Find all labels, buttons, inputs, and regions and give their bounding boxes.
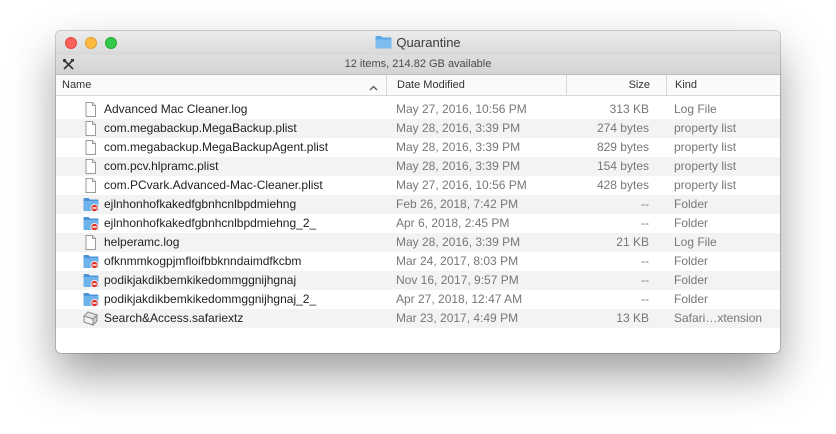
file-row[interactable]: Search&Access.safariextz Mar 23, 2017, 4:… — [56, 309, 780, 328]
restricted-folder-icon — [83, 197, 99, 212]
file-date-modified: May 28, 2016, 3:39 PM — [396, 159, 521, 173]
file-row[interactable]: com.pcv.hlpramc.plist May 28, 2016, 3:39 … — [56, 157, 780, 176]
restricted-folder-icon — [83, 292, 99, 307]
document-icon — [83, 140, 98, 155]
file-row[interactable]: ofknmmkogpjmfloifbbknndaimdfkcbm Mar 24, … — [56, 252, 780, 271]
file-name: podikjakdikbemkikedommggnijhgnaj_2_ — [104, 292, 317, 306]
document-icon — [83, 235, 98, 250]
file-date-modified: May 28, 2016, 3:39 PM — [396, 140, 521, 154]
file-kind: Log File — [674, 102, 717, 116]
safari-extension-icon — [83, 311, 98, 326]
file-kind: property list — [674, 159, 737, 173]
folder-icon — [375, 35, 392, 52]
file-name: helperamc.log — [104, 235, 180, 249]
file-kind: Folder — [674, 197, 709, 211]
file-name: com.pcv.hlpramc.plist — [104, 159, 219, 173]
file-size: -- — [641, 216, 649, 230]
file-row[interactable]: ejlnhonhofkakedfgbnhcnlbpdmiehng_2_ Apr 6… — [56, 214, 780, 233]
file-kind: property list — [674, 178, 737, 192]
file-date-modified: Feb 26, 2018, 7:42 PM — [396, 197, 519, 211]
file-name: com.megabackup.MegaBackupAgent.plist — [104, 140, 329, 154]
file-row[interactable]: podikjakdikbemkikedommggnijhgnaj Nov 16, … — [56, 271, 780, 290]
sort-ascending-icon — [369, 82, 378, 91]
file-kind: Log File — [674, 235, 717, 249]
column-date-header[interactable]: Date Modified — [386, 75, 566, 95]
file-name: com.PCvark.Advanced-Mac-Cleaner.plist — [104, 178, 323, 192]
file-kind: Folder — [674, 254, 709, 268]
file-date-modified: Nov 16, 2017, 9:57 PM — [396, 273, 519, 287]
document-icon — [83, 102, 98, 117]
file-name: ejlnhonhofkakedfgbnhcnlbpdmiehng_2_ — [104, 216, 317, 230]
file-date-modified: Apr 6, 2018, 2:45 PM — [396, 216, 510, 230]
file-date-modified: May 28, 2016, 3:39 PM — [396, 121, 521, 135]
file-size: 829 bytes — [596, 140, 649, 154]
column-kind-header[interactable]: Kind — [666, 75, 780, 95]
file-size: -- — [641, 197, 649, 211]
file-size: -- — [641, 273, 649, 287]
file-size: 274 bytes — [596, 121, 649, 135]
column-size-header[interactable]: Size — [566, 75, 666, 95]
file-date-modified: May 27, 2016, 10:56 PM — [396, 178, 527, 192]
status-bar: 12 items, 214.82 GB available — [56, 55, 780, 75]
restricted-folder-icon — [83, 273, 99, 288]
file-kind: Safari…xtension — [674, 311, 763, 325]
file-size: 21 KB — [616, 235, 649, 249]
document-icon — [83, 121, 98, 136]
file-kind: property list — [674, 121, 737, 135]
column-name-header[interactable]: Name — [56, 75, 386, 95]
file-row[interactable]: com.PCvark.Advanced-Mac-Cleaner.plist May… — [56, 176, 780, 195]
document-icon — [83, 159, 98, 174]
title-bar[interactable]: Quarantine — [56, 31, 780, 55]
file-size: 154 bytes — [596, 159, 649, 173]
file-date-modified: May 28, 2016, 3:39 PM — [396, 235, 521, 249]
file-row[interactable]: podikjakdikbemkikedommggnijhgnaj_2_ Apr 2… — [56, 290, 780, 309]
file-kind: Folder — [674, 273, 709, 287]
file-list: Advanced Mac Cleaner.log May 27, 2016, 10… — [56, 100, 780, 328]
file-name: Advanced Mac Cleaner.log — [104, 102, 248, 116]
file-size: 313 KB — [609, 102, 649, 116]
file-size: -- — [641, 292, 649, 306]
file-kind: Folder — [674, 216, 709, 230]
restricted-folder-icon — [83, 216, 99, 231]
file-row[interactable]: ejlnhonhofkakedfgbnhcnlbpdmiehng Feb 26, … — [56, 195, 780, 214]
window-title-text: Quarantine — [396, 35, 461, 50]
file-row[interactable]: Advanced Mac Cleaner.log May 27, 2016, 10… — [56, 100, 780, 119]
finder-window: Quarantine 12 items, 214.82 GB available… — [56, 31, 780, 353]
file-row[interactable]: helperamc.log May 28, 2016, 3:39 PM 21 KB L… — [56, 233, 780, 252]
file-kind: Folder — [674, 292, 709, 306]
file-size: -- — [641, 254, 649, 268]
restricted-folder-icon — [83, 254, 99, 269]
file-date-modified: Mar 24, 2017, 8:03 PM — [396, 254, 519, 268]
file-date-modified: May 27, 2016, 10:56 PM — [396, 102, 527, 116]
file-name: ofknmmkogpjmfloifbbknndaimdfkcbm — [104, 254, 302, 268]
file-date-modified: Mar 23, 2017, 4:49 PM — [396, 311, 519, 325]
column-header: Name Date Modified Size Kind — [56, 75, 780, 96]
file-size: 428 bytes — [596, 178, 649, 192]
document-icon — [83, 178, 98, 193]
file-size: 13 KB — [616, 311, 649, 325]
status-text: 12 items, 214.82 GB available — [344, 58, 492, 70]
file-row[interactable]: com.megabackup.MegaBackup.plist May 28, 2… — [56, 119, 780, 138]
file-row[interactable]: com.megabackup.MegaBackupAgent.plist May … — [56, 138, 780, 157]
file-name: com.megabackup.MegaBackup.plist — [104, 121, 297, 135]
file-name: Search&Access.safariextz — [104, 311, 244, 325]
file-name: podikjakdikbemkikedommggnijhgnaj — [104, 273, 297, 287]
file-name: ejlnhonhofkakedfgbnhcnlbpdmiehng — [104, 197, 297, 211]
file-date-modified: Apr 27, 2018, 12:47 AM — [396, 292, 523, 306]
window-title: Quarantine — [56, 35, 780, 52]
file-kind: property list — [674, 140, 737, 154]
